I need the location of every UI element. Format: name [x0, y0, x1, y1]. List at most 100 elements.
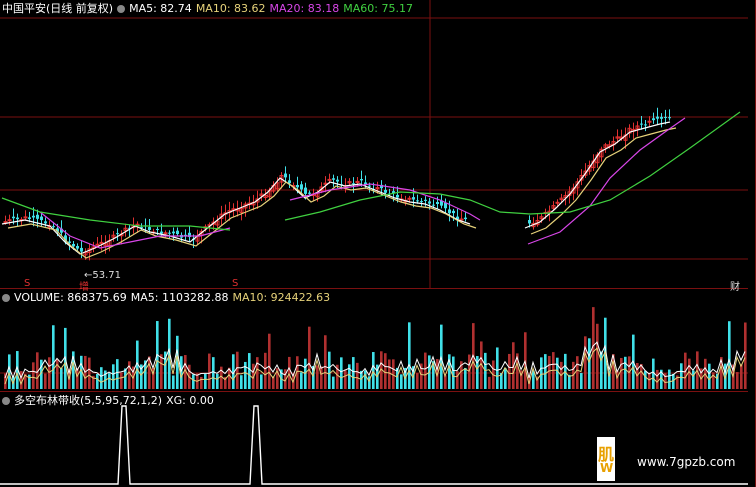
volume-bar-up — [736, 372, 739, 389]
volume-bar-up — [76, 368, 79, 389]
volume-bar-down — [172, 375, 175, 389]
vol-ma5-value: MA5: 1103282.88 — [130, 291, 229, 304]
candle-body-down — [336, 179, 339, 182]
volume-chart-header: VOLUME: 868375.69 MA5: 1103282.88 MA10: 92… — [2, 291, 334, 304]
ma20-value: MA20: 83.18 — [269, 2, 340, 15]
volume-bar-up — [288, 356, 291, 389]
candle-body-down — [396, 194, 399, 198]
price-chart-panel[interactable]: 中国平安(日线 前复权) MA5: 82.74 MA10: 83.62 MA20: 8… — [0, 0, 748, 293]
watermark-url: www.7gpzb.com — [637, 455, 736, 469]
volume-bar-up — [508, 353, 511, 389]
candle-body-down — [284, 173, 287, 178]
volume-bar-down — [96, 374, 99, 389]
volume-bar-down — [60, 368, 63, 389]
volume-bar-down — [680, 363, 683, 389]
candle-body-down — [160, 231, 163, 234]
volume-bar-down — [728, 321, 731, 389]
volume-bar-up — [264, 352, 267, 389]
candlestick-chart[interactable] — [0, 0, 748, 288]
volume-bar-up — [308, 326, 311, 389]
indicator-dot-icon[interactable] — [2, 294, 10, 302]
candle-body-down — [116, 233, 119, 235]
volume-bar-down — [568, 374, 571, 389]
candle-body-down — [656, 116, 659, 119]
volume-bar-down — [108, 373, 111, 389]
ma5-value: MA5: 82.74 — [129, 2, 192, 15]
candle-body-up — [7, 219, 12, 222]
candle-body-down — [76, 245, 79, 249]
candle-body-up — [3, 221, 8, 224]
volume-bar-down — [540, 357, 543, 389]
volume-bar-up — [256, 357, 259, 389]
volume-bar-up — [620, 358, 623, 389]
ma20-line-c — [527, 117, 686, 245]
volume-bar-up — [740, 364, 743, 389]
volume-value: VOLUME: 868375.69 — [14, 291, 127, 304]
volume-bar-down — [372, 352, 375, 389]
candle-body-down — [12, 216, 15, 219]
volume-bar-up — [320, 366, 323, 389]
volume-bar-up — [236, 351, 239, 389]
volume-chart-panel[interactable]: VOLUME: 868375.69 MA5: 1103282.88 MA10: 92… — [0, 289, 748, 392]
volume-bar-up — [456, 371, 459, 389]
ma60-value: MA60: 75.17 — [343, 2, 413, 15]
site-watermark: 肌 W www.7gpzb.com — [597, 437, 745, 481]
volume-bar-up — [88, 357, 91, 389]
candle-body-down — [32, 215, 35, 218]
volume-bar-up — [208, 353, 211, 389]
candle-body-up — [459, 218, 464, 221]
candle-body-down — [36, 214, 39, 219]
volume-bar-up — [424, 352, 427, 389]
candle-body-down — [148, 227, 151, 230]
candle-body-up — [327, 178, 332, 181]
volume-bar-down — [248, 353, 251, 389]
candle-body-down — [368, 185, 371, 187]
xg-value: XG: 0.00 — [166, 394, 214, 407]
volume-bar-down — [116, 359, 119, 389]
volume-bar-up — [388, 359, 391, 389]
candle-body-down — [668, 117, 671, 119]
volume-bar-down — [212, 357, 215, 389]
candle-body-down — [168, 232, 171, 234]
indicator-dot-icon[interactable] — [117, 5, 126, 13]
candle-body-down — [176, 230, 179, 235]
candle-body-down — [640, 123, 643, 125]
candle-body-up — [555, 201, 560, 204]
volume-bar-down — [8, 354, 11, 389]
volume-bar-up — [316, 365, 319, 389]
volume-bar-down — [52, 325, 55, 389]
candle-body-down — [416, 200, 419, 202]
volume-bar-up — [44, 373, 47, 389]
volume-bar-down — [580, 372, 583, 389]
candle-body-down — [452, 210, 455, 214]
candle-body-down — [72, 243, 75, 247]
candle-body-up — [375, 187, 380, 190]
candle-body-down — [308, 192, 311, 194]
volume-bar-up — [324, 335, 327, 389]
candle-body-down — [288, 180, 291, 184]
volume-bar-up — [688, 358, 691, 389]
candle-body-down — [360, 179, 363, 181]
watermark-glyph-bottom: W — [600, 461, 614, 475]
candle-body-up — [95, 243, 100, 246]
candle-body-down — [172, 231, 175, 234]
candle-body-up — [407, 197, 412, 200]
volume-bar-down — [332, 376, 335, 389]
volume-bar-down — [452, 356, 455, 389]
candle-body-down — [432, 204, 435, 206]
indicator-dot-icon[interactable] — [2, 397, 10, 405]
candle-body-down — [156, 228, 159, 230]
candle-body-down — [28, 217, 31, 220]
candle-body-down — [424, 199, 427, 201]
candle-body-up — [163, 232, 168, 235]
volume-bars[interactable] — [0, 289, 748, 391]
volume-bar-down — [624, 356, 627, 389]
volume-bar-down — [328, 351, 331, 389]
candle-body-down — [352, 183, 355, 185]
volume-bar-down — [400, 374, 403, 389]
candle-body-down — [16, 217, 19, 220]
candle-body-down — [660, 116, 663, 119]
candle-body-down — [464, 217, 467, 220]
marker-s-1: S — [24, 278, 31, 289]
candle-body-down — [644, 124, 647, 126]
